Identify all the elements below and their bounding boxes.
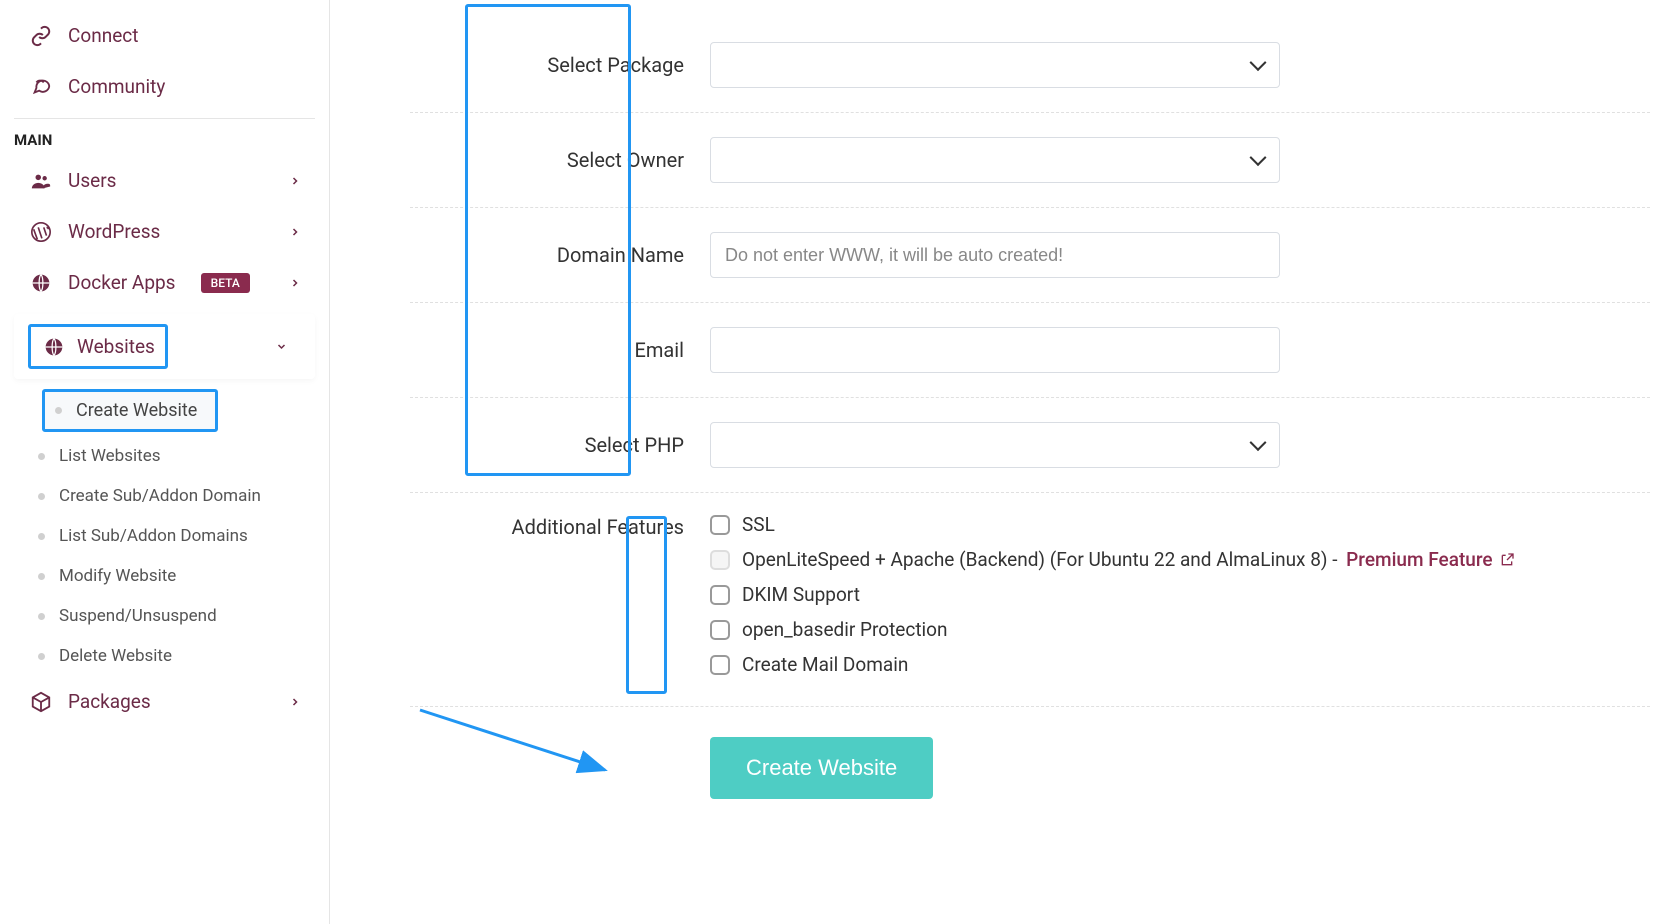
submenu-delete-website[interactable]: Delete Website: [28, 636, 315, 676]
feature-ols-apache-label: OpenLiteSpeed + Apache (Backend) (For Ub…: [742, 548, 1515, 571]
submenu-create-website[interactable]: Create Website: [45, 392, 215, 429]
nav-packages[interactable]: Packages: [0, 676, 329, 727]
nav-docker-label: Docker Apps: [68, 271, 175, 294]
checkbox-open-basedir[interactable]: [710, 620, 730, 640]
bullet-icon: [38, 493, 45, 500]
label-select-php: Select PHP: [410, 433, 710, 457]
checkbox-ols-apache[interactable]: [710, 550, 730, 570]
bullet-icon: [55, 407, 62, 414]
submenu-label: Modify Website: [59, 566, 176, 586]
premium-text: Premium Feature: [1346, 548, 1492, 571]
feature-dkim-label: DKIM Support: [742, 583, 860, 606]
feature-dkim: DKIM Support: [710, 583, 1515, 606]
highlight-websites: Websites: [28, 324, 168, 369]
submit-row: Create Website: [410, 707, 1650, 799]
select-php[interactable]: [710, 422, 1280, 468]
label-email: Email: [410, 338, 710, 362]
bullet-icon: [38, 613, 45, 620]
nav-websites[interactable]: Websites: [14, 314, 315, 379]
nav-connect[interactable]: Connect: [0, 10, 329, 61]
submenu-label: List Websites: [59, 446, 161, 466]
sidebar: Connect Community MAIN Users WordPress D…: [0, 0, 330, 924]
chevron-right-icon: [289, 690, 301, 713]
submenu-label: Delete Website: [59, 646, 172, 666]
submenu-modify-website[interactable]: Modify Website: [28, 556, 315, 596]
nav-websites-label: Websites: [77, 335, 155, 358]
beta-badge: BETA: [201, 273, 250, 293]
submenu-create-subdomain[interactable]: Create Sub/Addon Domain: [28, 476, 315, 516]
row-email: Email: [410, 303, 1650, 398]
submenu-suspend[interactable]: Suspend/Unsuspend: [28, 596, 315, 636]
websites-submenu: Create Website List Websites Create Sub/…: [0, 385, 329, 676]
submenu-label: Suspend/Unsuspend: [59, 606, 217, 626]
wordpress-icon: [28, 221, 54, 243]
checkbox-mail-domain[interactable]: [710, 655, 730, 675]
nav-wordpress-label: WordPress: [68, 220, 160, 243]
row-domain-name: Domain Name: [410, 208, 1650, 303]
nav-users-label: Users: [68, 169, 116, 192]
submenu-list-websites[interactable]: List Websites: [28, 436, 315, 476]
select-package[interactable]: [710, 42, 1280, 88]
label-additional-features: Additional Features: [410, 513, 710, 539]
row-select-package: Select Package: [410, 18, 1650, 113]
row-select-php: Select PHP: [410, 398, 1650, 493]
submenu-list-subdomains[interactable]: List Sub/Addon Domains: [28, 516, 315, 556]
nav-users[interactable]: Users: [0, 155, 329, 206]
external-link-icon: [1499, 552, 1515, 568]
nav-wordpress[interactable]: WordPress: [0, 206, 329, 257]
premium-feature-link[interactable]: Premium Feature: [1346, 548, 1514, 571]
feature-open-basedir-label: open_basedir Protection: [742, 618, 948, 641]
feature-ols-text: OpenLiteSpeed + Apache (Backend) (For Ub…: [742, 548, 1342, 571]
chat-icon: [28, 76, 54, 98]
checkbox-ssl[interactable]: [710, 515, 730, 535]
label-domain-name: Domain Name: [410, 243, 710, 267]
input-email[interactable]: [710, 327, 1280, 373]
feature-mail-domain-label: Create Mail Domain: [742, 653, 908, 676]
row-select-owner: Select Owner: [410, 113, 1650, 208]
bullet-icon: [38, 453, 45, 460]
globe-icon: [41, 337, 67, 357]
main-content: Select Package Select Owner Domain Name …: [330, 0, 1670, 924]
section-label-main: MAIN: [0, 125, 329, 155]
nav-connect-label: Connect: [68, 24, 138, 47]
create-website-button[interactable]: Create Website: [710, 737, 933, 799]
chevron-right-icon: [289, 169, 301, 192]
bullet-icon: [38, 653, 45, 660]
submenu-label: Create Website: [76, 400, 197, 421]
feature-list: SSL OpenLiteSpeed + Apache (Backend) (Fo…: [710, 513, 1515, 676]
nav-community-label: Community: [68, 75, 165, 98]
label-select-owner: Select Owner: [410, 148, 710, 172]
checkbox-dkim[interactable]: [710, 585, 730, 605]
chevron-right-icon: [289, 271, 301, 294]
bullet-icon: [38, 573, 45, 580]
chevron-down-icon: [272, 341, 291, 353]
select-owner[interactable]: [710, 137, 1280, 183]
link-icon: [28, 25, 54, 47]
feature-ssl-label: SSL: [742, 513, 775, 536]
divider: [14, 118, 315, 119]
globe-icon: [28, 273, 54, 293]
feature-mail-domain: Create Mail Domain: [710, 653, 1515, 676]
highlight-create-website: Create Website: [42, 389, 218, 432]
input-domain-name[interactable]: [710, 232, 1280, 278]
nav-docker-apps[interactable]: Docker Apps BETA: [0, 257, 329, 308]
feature-open-basedir: open_basedir Protection: [710, 618, 1515, 641]
nav-packages-label: Packages: [68, 690, 151, 713]
chevron-right-icon: [289, 220, 301, 243]
users-icon: [28, 170, 54, 192]
nav-community[interactable]: Community: [0, 61, 329, 112]
submenu-label: List Sub/Addon Domains: [59, 526, 248, 546]
feature-ols-apache: OpenLiteSpeed + Apache (Backend) (For Ub…: [710, 548, 1515, 571]
feature-ssl: SSL: [710, 513, 1515, 536]
label-select-package: Select Package: [410, 53, 710, 77]
row-additional-features: Additional Features SSL OpenLiteSpeed + …: [410, 493, 1650, 707]
package-icon: [28, 691, 54, 713]
submenu-label: Create Sub/Addon Domain: [59, 486, 261, 506]
bullet-icon: [38, 533, 45, 540]
